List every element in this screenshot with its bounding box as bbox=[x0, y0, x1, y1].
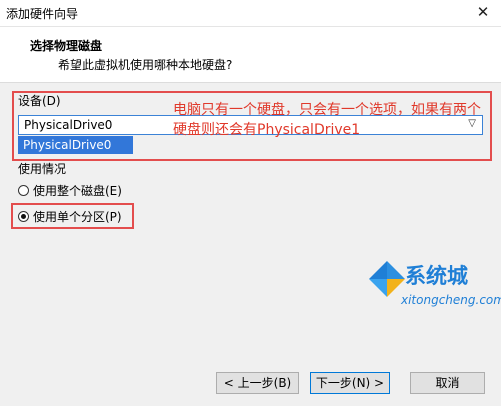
device-option-highlighted[interactable]: PhysicalDrive0 bbox=[18, 136, 133, 154]
watermark-url: xitongcheng.com bbox=[401, 293, 501, 307]
radio-whole-disk[interactable]: 使用整个磁盘(E) bbox=[18, 182, 122, 199]
usage-label: 使用情况 bbox=[18, 162, 67, 176]
wizard-header: 选择物理磁盘 希望此虚拟机使用哪种本地硬盘? bbox=[0, 27, 501, 79]
title-bar: 添加硬件向导 ✕ bbox=[0, 0, 501, 27]
cancel-button[interactable]: 取消 bbox=[410, 372, 485, 394]
page-title: 选择物理磁盘 bbox=[30, 39, 103, 53]
page-subtitle: 希望此虚拟机使用哪种本地硬盘? bbox=[58, 58, 233, 72]
wizard-body: 设备(D) PhysicalDrive0 ▽ PhysicalDrive0 电脑… bbox=[0, 83, 501, 406]
watermark-name: 系统城 bbox=[405, 264, 468, 288]
close-icon[interactable]: ✕ bbox=[473, 3, 493, 21]
radio-single-partition-label: 使用单个分区(P) bbox=[33, 210, 122, 224]
window-title: 添加硬件向导 bbox=[6, 7, 79, 21]
radio-single-partition[interactable]: 使用单个分区(P) bbox=[18, 208, 122, 225]
radio-button-checked[interactable] bbox=[18, 211, 29, 222]
device-label: 设备(D) bbox=[18, 94, 61, 108]
radio-button-unchecked[interactable] bbox=[18, 185, 29, 196]
annotation-text: 电脑只有一个硬盘，只会有一个选项，如果有两个硬盘则还会有PhysicalDriv… bbox=[173, 102, 481, 138]
next-button[interactable]: 下一步(N) > bbox=[310, 372, 390, 394]
back-button[interactable]: < 上一步(B) bbox=[216, 372, 299, 394]
watermark: 系统城 xitongcheng.com bbox=[365, 255, 501, 323]
radio-whole-disk-label: 使用整个磁盘(E) bbox=[33, 184, 122, 198]
device-select-value: PhysicalDrive0 bbox=[24, 118, 113, 132]
